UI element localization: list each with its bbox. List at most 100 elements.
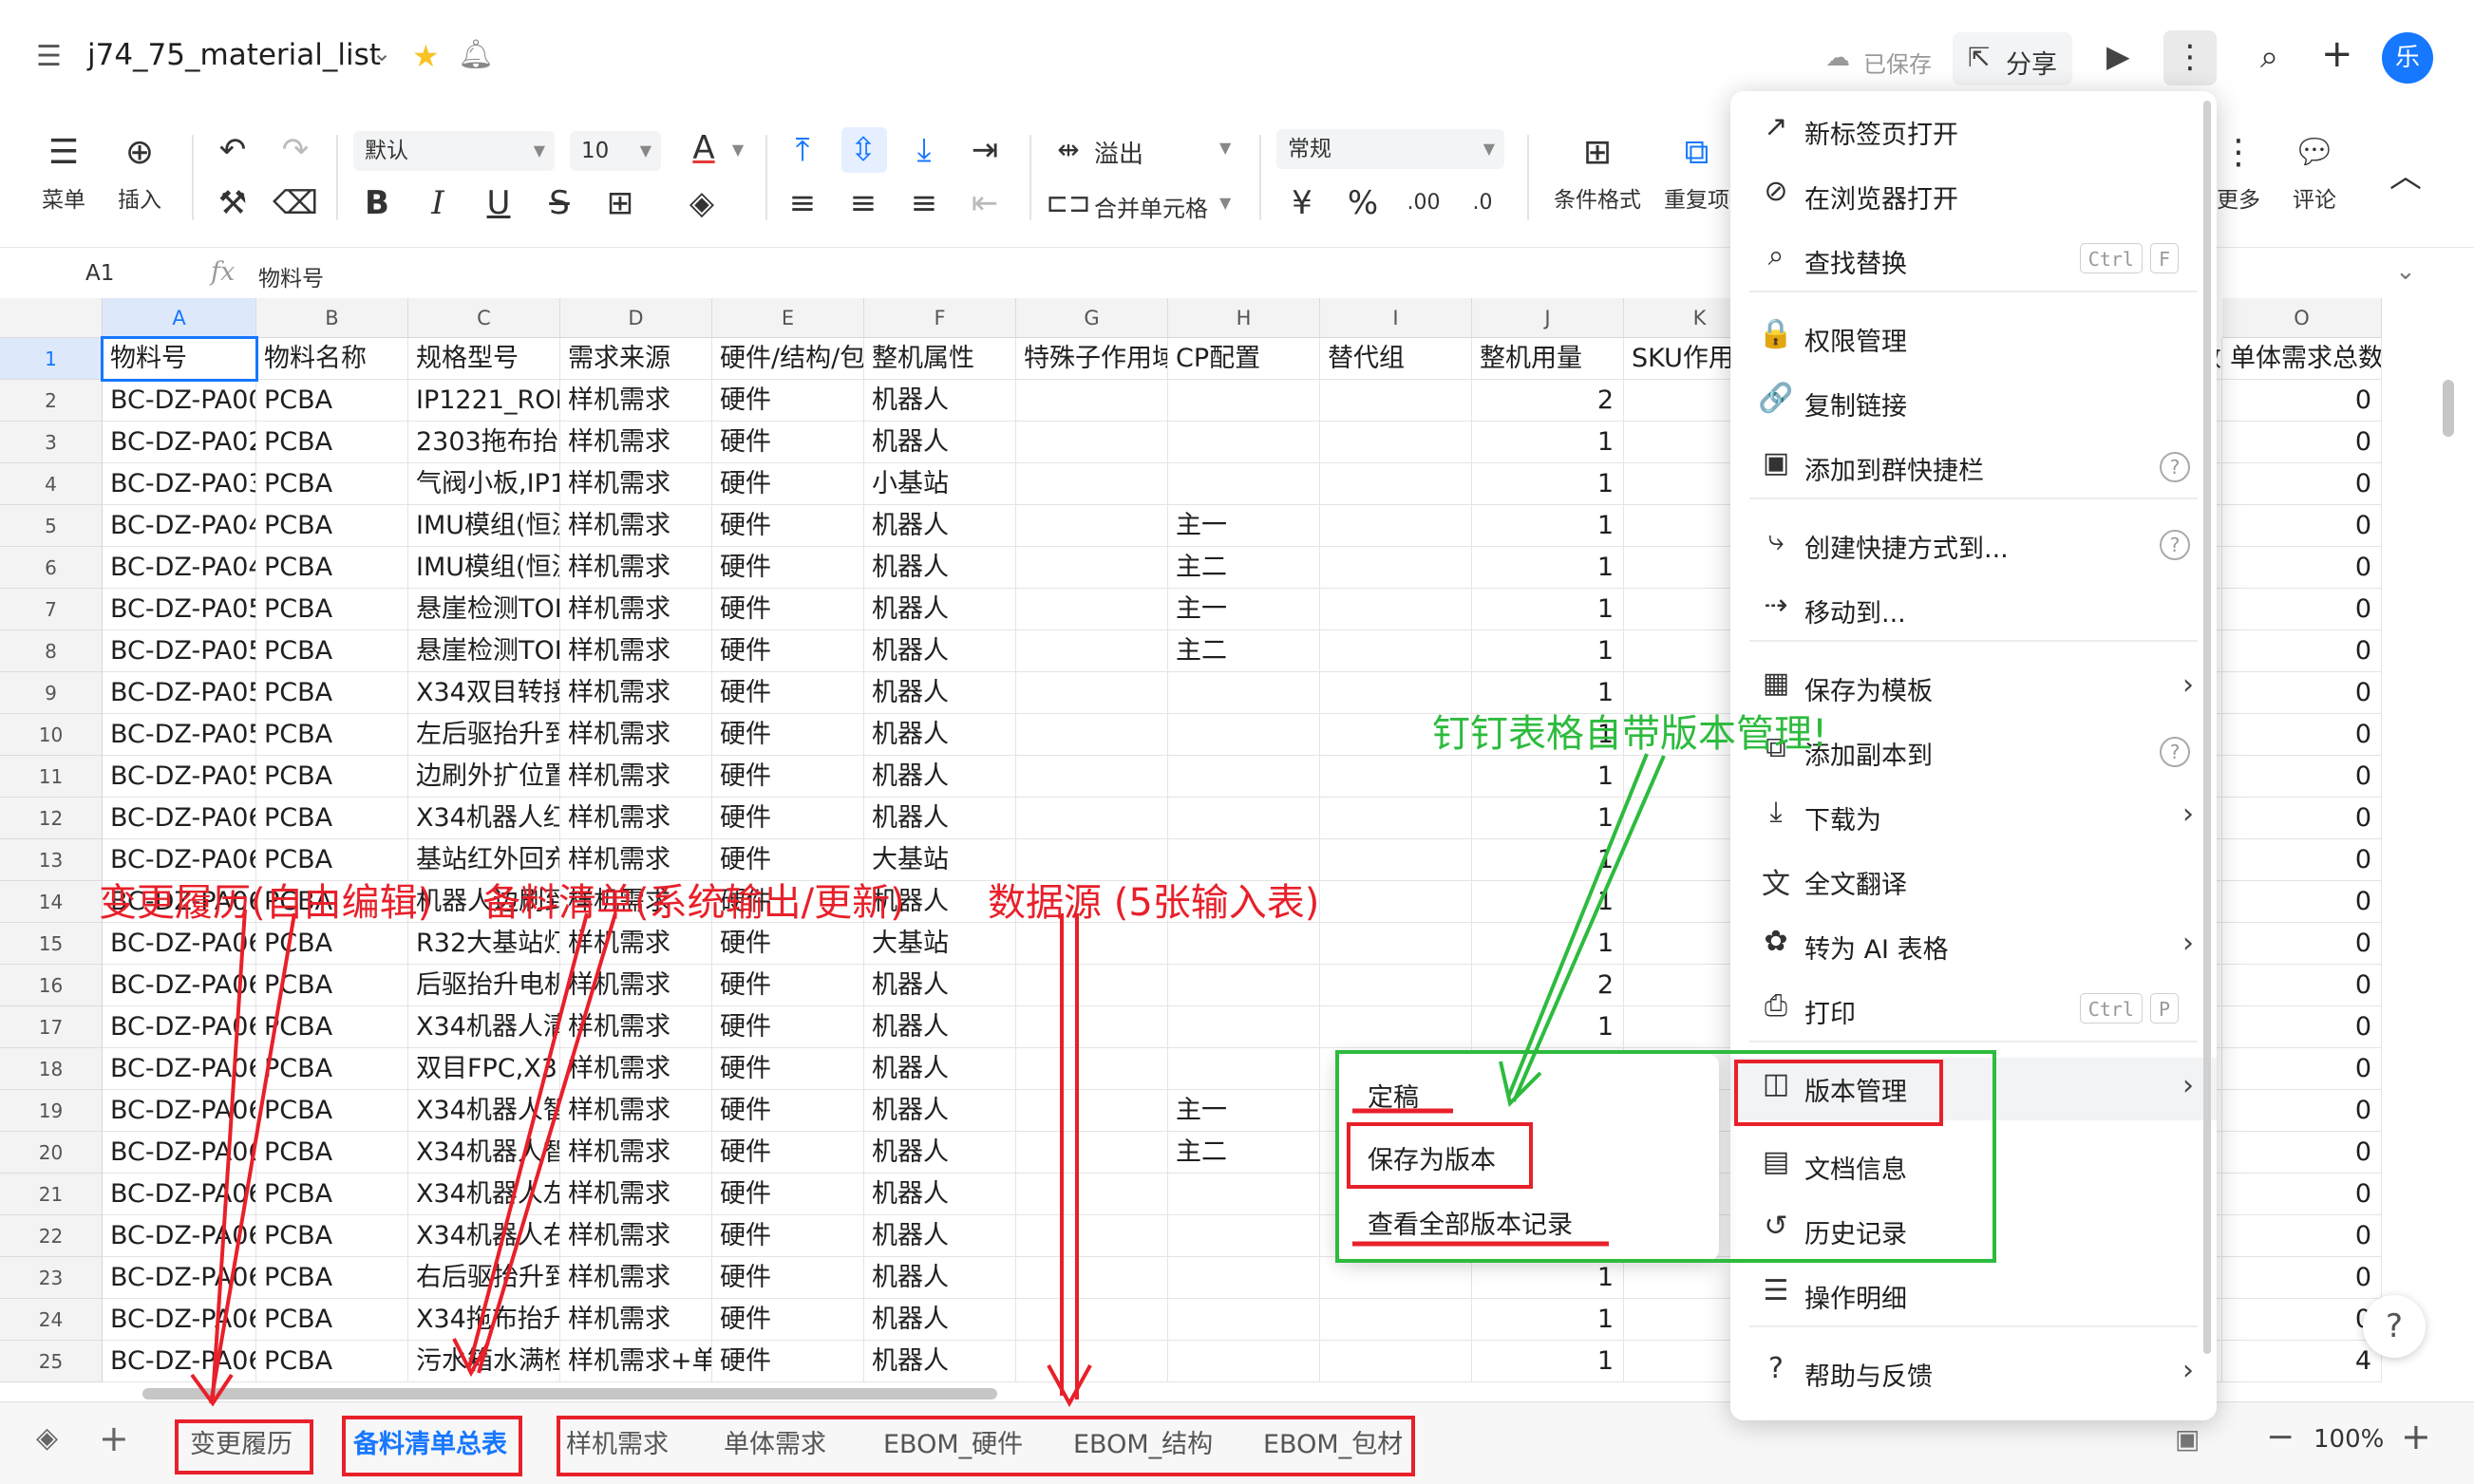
row-header[interactable]: 21 [0,1174,103,1215]
menu-item-create-shortcut[interactable]: ⤷ 创建快捷方式到...? [1730,515,2217,577]
table-cell[interactable] [1016,1132,1168,1174]
table-cell[interactable] [1168,672,1320,714]
table-cell[interactable]: 机器人 [864,798,1016,839]
table-cell[interactable]: 0 [2222,1257,2382,1299]
table-cell[interactable]: 硬件 [712,1090,864,1132]
table-cell[interactable] [1320,589,1472,630]
table-cell[interactable]: 边刷外扩位置 [408,756,560,798]
menu-item-add-group-shortcut[interactable]: ▣ 添加到群快捷栏? [1730,437,2217,499]
table-cell[interactable] [1168,923,1320,965]
table-cell[interactable] [1320,798,1472,839]
row-header[interactable]: 3 [0,422,103,463]
column-header-o[interactable]: O [2222,298,2382,338]
table-cell[interactable]: 机器人 [864,547,1016,589]
table-cell[interactable]: BC-DZ-PA06 [103,1006,256,1048]
row-header[interactable]: 8 [0,630,103,672]
table-cell[interactable]: 机器人 [864,1048,1016,1090]
eraser-icon[interactable]: ⌫ [272,182,319,224]
table-cell[interactable]: BC-DZ-PA06 [103,1132,256,1174]
row-header[interactable]: 15 [0,923,103,965]
table-cell[interactable] [1168,798,1320,839]
caret-down-icon[interactable]: ▼ [714,129,762,171]
wrap-text-icon[interactable]: ⇥ [961,129,1009,171]
table-cell[interactable] [1320,1299,1472,1341]
conditional-format-button[interactable]: ⊞ 条件格式 [1554,132,1641,214]
column-header-f[interactable]: F [864,298,1016,338]
table-cell[interactable]: 样机需求 [560,1006,712,1048]
table-cell[interactable]: 机器人 [864,1215,1016,1257]
align-bottom-icon[interactable]: ⤓ [900,129,948,171]
submenu-item[interactable]: 定稿 [1368,1077,1419,1114]
table-cell[interactable]: 1 [1472,1341,1624,1382]
table-cell[interactable]: 1 [1472,505,1624,547]
row-header[interactable]: 16 [0,965,103,1006]
table-cell[interactable]: 样机需求 [560,380,712,422]
table-cell[interactable]: 小基站 [864,463,1016,505]
merge-cells-label[interactable]: 合并单元格 [1094,190,1208,223]
table-cell[interactable]: 1 [1472,798,1624,839]
table-cell[interactable]: 左后驱抬升到 [408,714,560,756]
table-cell[interactable]: 机器人 [864,756,1016,798]
table-cell[interactable]: 0 [2222,839,2382,881]
row-header[interactable]: 6 [0,547,103,589]
table-cell[interactable]: BC-DZ-PA05 [103,630,256,672]
table-cell[interactable]: 样机需求 [560,1048,712,1090]
table-cell[interactable]: 样机需求 [560,923,712,965]
formula-content[interactable]: 物料号 [258,260,324,292]
header-cell[interactable]: 物料名称 [256,338,408,380]
table-cell[interactable] [1320,505,1472,547]
table-cell[interactable]: BC-DZ-PA06 [103,1341,256,1382]
table-cell[interactable] [1168,965,1320,1006]
table-cell[interactable]: 样机需求 [560,422,712,463]
table-cell[interactable]: 硬件 [712,1341,864,1382]
italic-icon[interactable]: I [414,182,462,224]
table-cell[interactable]: BC-DZ-PA06 [103,798,256,839]
indent-icon[interactable]: ⇤ [961,182,1009,224]
column-header-i[interactable]: I [1320,298,1472,338]
table-cell[interactable]: X34双目转接 [408,672,560,714]
table-cell[interactable]: 0 [2222,756,2382,798]
table-cell[interactable]: PCBA [256,798,408,839]
table-cell[interactable]: PCBA [256,547,408,589]
table-cell[interactable]: 0 [2222,672,2382,714]
table-cell[interactable]: 机器人 [864,1090,1016,1132]
row-header[interactable]: 4 [0,463,103,505]
table-cell[interactable] [1168,463,1320,505]
row-header[interactable]: 1 [0,338,103,380]
sheet-list-icon[interactable]: ▣ [2175,1423,2200,1455]
cell-reference[interactable]: A1 [85,261,114,286]
table-cell[interactable] [1168,1299,1320,1341]
table-cell[interactable]: IMU模组(恒温 [408,505,560,547]
table-cell[interactable]: 0 [2222,714,2382,756]
table-cell[interactable]: IP1221_ROB [408,380,560,422]
table-cell[interactable]: 0 [2222,1299,2382,1341]
table-cell[interactable]: PCBA [256,1257,408,1299]
caret-down-icon[interactable]: ▼ [1219,194,1231,212]
table-cell[interactable]: BC-DZ-PA00 [103,380,256,422]
table-cell[interactable] [1016,1215,1168,1257]
table-cell[interactable] [1168,714,1320,756]
table-cell[interactable]: 硬件 [712,1299,864,1341]
table-cell[interactable]: PCBA [256,1006,408,1048]
table-cell[interactable]: 主二 [1168,547,1320,589]
menu-item-op-details[interactable]: ☰ 操作明细 [1730,1265,2217,1327]
row-header[interactable]: 17 [0,1006,103,1048]
select-all-corner[interactable] [0,298,103,338]
table-cell[interactable]: 污水箱水满检 [408,1341,560,1382]
table-cell[interactable]: BC-DZ-PA05 [103,714,256,756]
table-cell[interactable] [1320,630,1472,672]
layers-icon[interactable]: ◈ [36,1421,58,1455]
decimal-increase-icon[interactable]: .00 [1400,182,1447,224]
table-cell[interactable]: R32大基站灯 [408,923,560,965]
format-painter-icon[interactable]: ⚒ [209,182,256,224]
column-header-c[interactable]: C [408,298,560,338]
menu-item-move-to[interactable]: ⇢ 移动到... [1730,579,2217,642]
menu-item-version-mgmt[interactable]: ◫ 版本管理 › [1730,1058,2217,1120]
overflow-icon[interactable]: ⇹ [1045,129,1092,171]
share-button[interactable]: ⇱ 分享 [1953,32,2072,85]
table-cell[interactable]: 样机需求 [560,756,712,798]
merge-cells-icon[interactable]: ⊏⊐ [1045,182,1092,224]
table-cell[interactable] [1016,1006,1168,1048]
menu-item-to-ai-table[interactable]: ✿ 转为 AI 表格 › [1730,915,2217,978]
menu-item-open-browser[interactable]: ⊘ 在浏览器打开 [1730,165,2217,228]
